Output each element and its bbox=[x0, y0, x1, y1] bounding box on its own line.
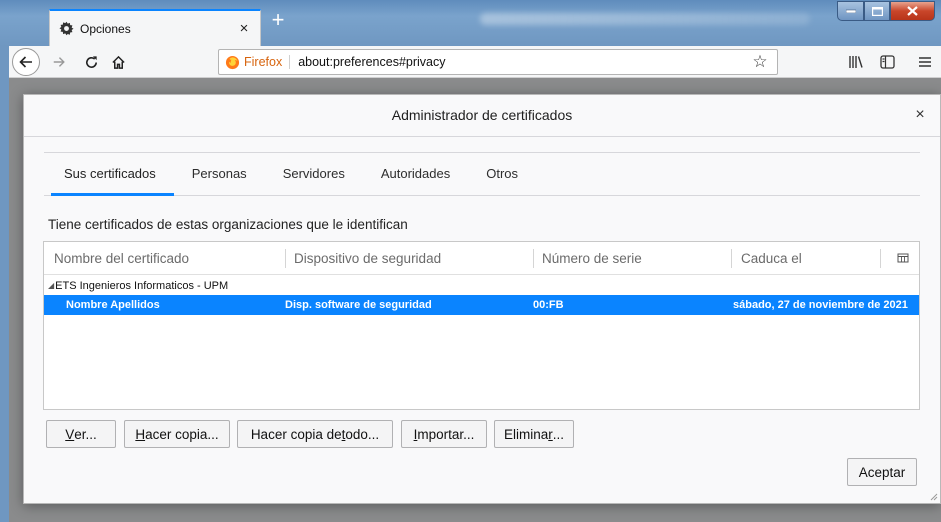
url-text[interactable]: about:preferences#privacy bbox=[298, 55, 749, 69]
new-tab-button[interactable]: + bbox=[266, 9, 290, 33]
delete-button[interactable]: Elimina r... bbox=[494, 420, 574, 448]
certificate-tabs: Sus certificados Personas Servidores Aut… bbox=[44, 152, 920, 196]
forward-button[interactable] bbox=[49, 52, 69, 72]
forward-icon bbox=[53, 57, 65, 67]
maximize-button[interactable] bbox=[864, 1, 890, 21]
view-label: er... bbox=[74, 426, 97, 442]
tab-sus-certificados[interactable]: Sus certificados bbox=[51, 153, 174, 196]
bookmark-star-icon[interactable]: ☆ bbox=[749, 52, 771, 72]
window-titlebar: Opciones × + bbox=[0, 0, 941, 46]
backup-all-label: odo... bbox=[345, 426, 380, 442]
column-header-expires[interactable]: Caduca el bbox=[741, 251, 802, 266]
import-button[interactable]: Importar... bbox=[401, 420, 487, 448]
column-header-serial[interactable]: Número de serie bbox=[542, 251, 642, 266]
cell-expires-on: sábado, 27 de noviembre de 2021 bbox=[733, 299, 908, 311]
view-button[interactable]: Ver... bbox=[46, 420, 116, 448]
backup-all-button[interactable]: Hacer copia de t odo... bbox=[237, 420, 393, 448]
minimize-button[interactable] bbox=[837, 1, 864, 21]
table-row[interactable]: Nombre Apellidos Disp. software de segur… bbox=[44, 295, 919, 315]
backup-all-label-pre: Hacer copia de bbox=[250, 426, 342, 442]
library-button[interactable] bbox=[846, 52, 866, 72]
tab-servidores[interactable]: Servidores bbox=[265, 153, 363, 196]
reload-button[interactable] bbox=[81, 52, 101, 72]
cell-serial-number: 00:FB bbox=[533, 299, 564, 311]
delete-label: ... bbox=[552, 426, 565, 442]
column-header-device[interactable]: Dispositivo de seguridad bbox=[294, 251, 441, 266]
library-icon bbox=[849, 56, 863, 68]
browser-tab-opciones[interactable]: Opciones × bbox=[49, 9, 261, 46]
sidebar-button[interactable] bbox=[877, 52, 897, 72]
tab-personas[interactable]: Personas bbox=[174, 153, 265, 196]
blurred-window-title bbox=[480, 13, 810, 25]
back-icon bbox=[19, 56, 32, 68]
dialog-header: Administrador de certificados × bbox=[24, 95, 940, 137]
column-separator[interactable] bbox=[731, 249, 732, 268]
certificates-description: Tiene certificados de estas organizacion… bbox=[48, 217, 408, 232]
firefox-logo-icon bbox=[225, 55, 240, 69]
certificate-manager-dialog: Administrador de certificados × Sus cert… bbox=[23, 94, 941, 504]
close-window-button[interactable] bbox=[890, 1, 935, 21]
sidebar-icon bbox=[879, 55, 895, 69]
backup-button[interactable]: Hacer copia... bbox=[124, 420, 230, 448]
column-header-name[interactable]: Nombre del certificado bbox=[54, 251, 189, 266]
delete-label-pre: Elimina bbox=[503, 426, 549, 442]
dialog-close-button[interactable]: × bbox=[910, 105, 930, 125]
import-label: mportar... bbox=[417, 426, 475, 442]
backup-accel: H bbox=[135, 426, 146, 442]
window-controls bbox=[837, 1, 935, 21]
column-separator[interactable] bbox=[880, 249, 881, 268]
home-button[interactable] bbox=[108, 52, 128, 72]
accept-button[interactable]: Aceptar bbox=[847, 458, 917, 486]
window-left-frame bbox=[0, 46, 9, 522]
menu-icon bbox=[919, 57, 931, 67]
back-button[interactable] bbox=[12, 48, 40, 76]
resize-grip-icon[interactable] bbox=[928, 491, 938, 501]
tab-otros[interactable]: Otros bbox=[468, 153, 536, 196]
column-separator[interactable] bbox=[533, 249, 534, 268]
cell-certificate-name: Nombre Apellidos bbox=[66, 299, 160, 311]
view-accel: V bbox=[65, 426, 75, 442]
column-separator[interactable] bbox=[285, 249, 286, 268]
backup-label: acer copia... bbox=[145, 426, 219, 442]
tree-header: Nombre del certificado Dispositivo de se… bbox=[44, 242, 919, 275]
cell-security-device: Disp. software de seguridad bbox=[285, 299, 432, 311]
tab-title: Opciones bbox=[80, 21, 131, 36]
group-name: ETS Ingenieros Informaticos - UPM bbox=[55, 279, 229, 292]
gear-icon bbox=[58, 21, 74, 37]
home-icon bbox=[111, 55, 125, 69]
url-bar[interactable]: Firefox about:preferences#privacy ☆ bbox=[218, 49, 778, 75]
identity-label[interactable]: Firefox bbox=[244, 55, 291, 69]
tree-group-row[interactable]: ◢ ETS Ingenieros Informaticos - UPM bbox=[44, 276, 919, 295]
expand-twisty-icon[interactable]: ◢ bbox=[48, 281, 54, 290]
reload-icon bbox=[85, 55, 97, 68]
tab-close-button[interactable]: × bbox=[236, 20, 252, 37]
tab-autoridades[interactable]: Autoridades bbox=[363, 153, 468, 196]
dialog-title: Administrador de certificados bbox=[391, 107, 573, 123]
menu-button[interactable] bbox=[914, 52, 936, 72]
navigation-toolbar: Firefox about:preferences#privacy ☆ bbox=[9, 46, 941, 78]
column-picker-icon[interactable] bbox=[897, 252, 909, 264]
certificates-tree[interactable]: Nombre del certificado Dispositivo de se… bbox=[43, 241, 920, 410]
